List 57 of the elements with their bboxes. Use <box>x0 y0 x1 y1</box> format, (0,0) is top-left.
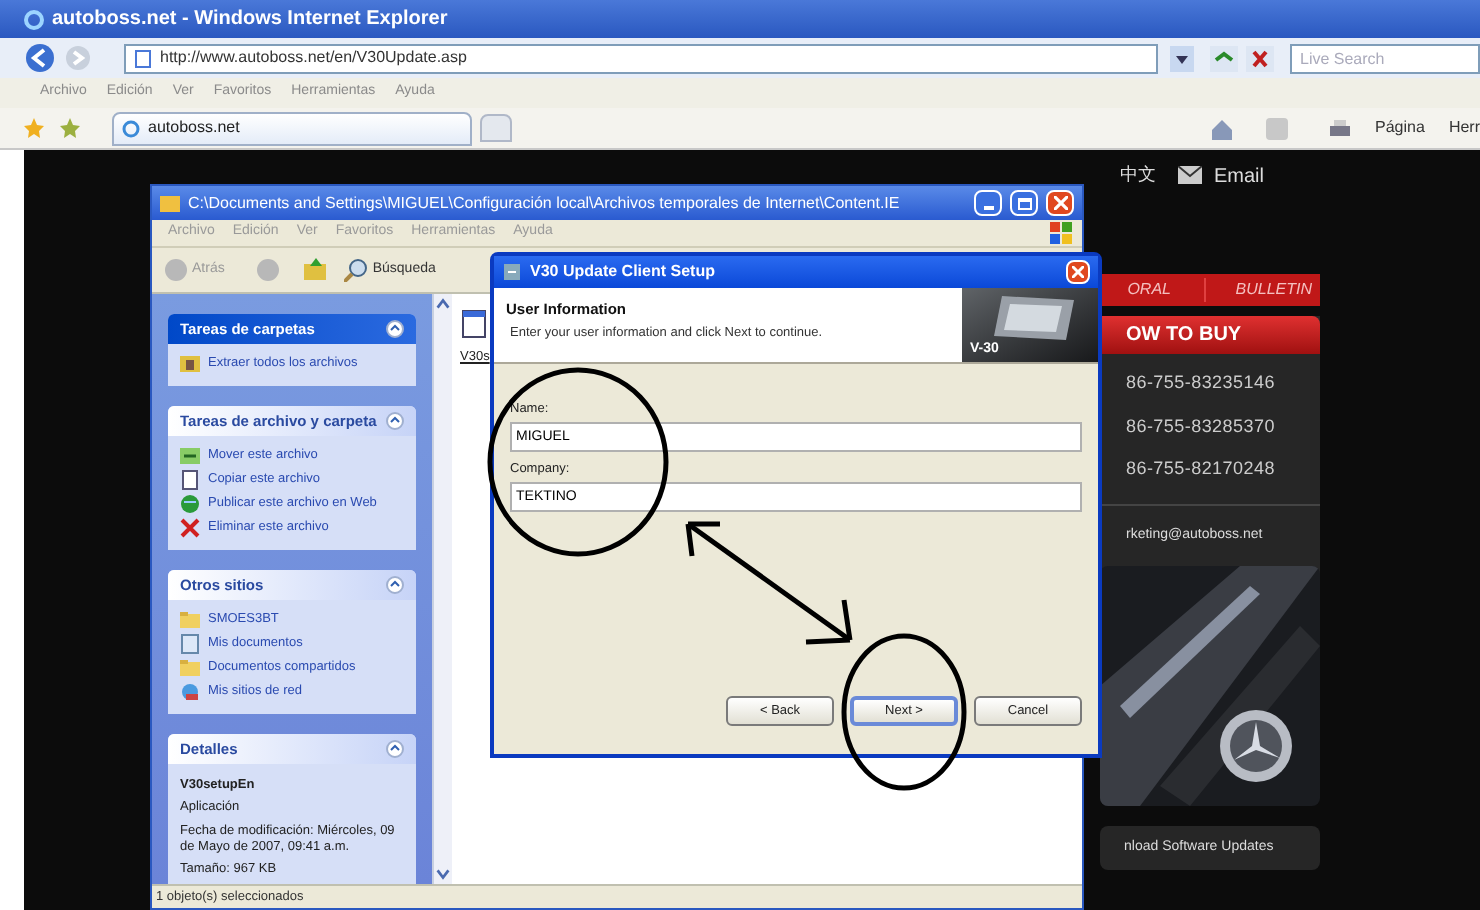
panel-header: OW TO BUY <box>1100 316 1320 354</box>
document-icon <box>180 634 200 654</box>
collapse-icon <box>386 576 404 594</box>
maximize-button[interactable] <box>1010 190 1038 216</box>
file-icon <box>462 310 486 338</box>
folder-icon <box>180 610 200 630</box>
search-field[interactable]: Live Search <box>1290 43 1480 73</box>
home-icon <box>1209 117 1234 139</box>
envelope-icon <box>1178 166 1202 184</box>
folder-icon <box>160 194 180 212</box>
back-icon <box>24 42 56 74</box>
close-button[interactable] <box>1046 190 1074 216</box>
forward-icon <box>64 44 92 72</box>
zip-folder-icon <box>180 354 200 374</box>
search-icon <box>344 258 369 282</box>
close-icon <box>1246 45 1274 71</box>
close-icon <box>1053 196 1067 210</box>
phone-number: 86-755-83285370 <box>1124 413 1277 439</box>
setup-icon <box>502 262 522 282</box>
collapse-icon <box>386 320 404 338</box>
close-button[interactable] <box>1066 260 1090 284</box>
email-link[interactable]: Email <box>1214 162 1265 192</box>
globe-icon <box>180 494 200 514</box>
window-title: C:\Documents and Settings\MIGUEL\Configuración local\Archivos temporales de Internet\Content.IE <box>188 191 902 215</box>
phone-number: 86-755-82170248 <box>1124 456 1277 482</box>
collapse-icon <box>386 740 404 758</box>
star-icon <box>24 118 44 138</box>
dialog-title: V30 Update Client Setup <box>530 260 717 284</box>
windows-logo-icon <box>1050 221 1074 245</box>
print-icon <box>1327 117 1352 139</box>
window-title: autoboss.net - Windows Internet Explorer <box>52 6 448 34</box>
up-folder-icon <box>304 258 329 282</box>
address-field[interactable]: http://www.autoboss.net/en/V30Update.asp <box>124 43 1158 73</box>
scroll-up-icon <box>434 294 452 314</box>
browser-tab[interactable]: autoboss.net <box>112 111 472 145</box>
page-icon <box>134 49 152 67</box>
folder-icon <box>180 658 200 678</box>
collapse-icon <box>386 412 404 430</box>
page-menu[interactable]: Página <box>1375 116 1425 140</box>
scroll-down-icon <box>434 864 452 884</box>
minimize-button[interactable] <box>974 190 1002 216</box>
dropdown-icon <box>1170 45 1194 71</box>
add-favorite-icon <box>60 118 80 138</box>
forward-icon <box>256 258 281 282</box>
tools-menu[interactable]: Herr <box>1448 116 1480 140</box>
device-drawing <box>990 292 1078 344</box>
close-icon <box>1072 266 1084 278</box>
scrollbar[interactable] <box>432 294 452 884</box>
delete-icon <box>180 518 200 538</box>
language-link[interactable]: 中文 <box>1120 162 1156 189</box>
back-icon <box>164 258 188 282</box>
document-icon <box>180 470 200 490</box>
phone-number: 86-755-83235146 <box>1124 370 1277 396</box>
ie-icon <box>24 9 44 29</box>
ie-icon <box>122 119 140 137</box>
network-icon <box>180 682 200 702</box>
nav-link[interactable]: BULLETIN <box>1203 278 1320 302</box>
